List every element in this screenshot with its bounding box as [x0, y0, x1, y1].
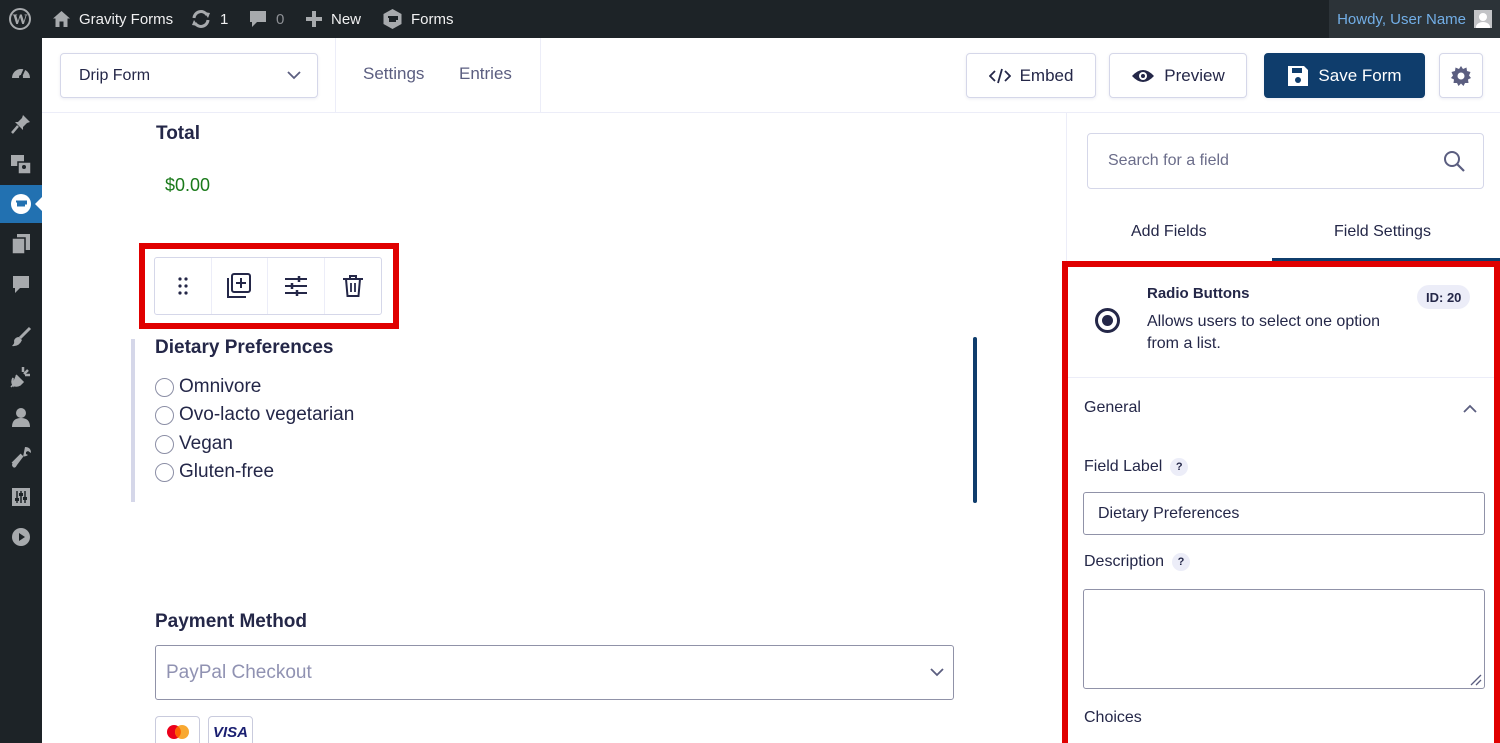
- users-icon[interactable]: [0, 398, 42, 436]
- total-field-label: Total: [156, 123, 200, 144]
- save-icon: [1288, 65, 1309, 86]
- howdy-label: Howdy, User Name: [1337, 10, 1466, 28]
- play-circle-icon[interactable]: [0, 518, 42, 556]
- user-account-menu[interactable]: Howdy, User Name: [1329, 0, 1500, 38]
- radio-option[interactable]: Ovo-lacto vegetarian: [155, 404, 354, 426]
- wp-admin-bar: W Gravity Forms 1 0 New Forms Howdy, Use…: [0, 0, 1500, 38]
- avatar: [1474, 10, 1492, 28]
- appearance-brush-icon[interactable]: [0, 318, 42, 356]
- radio-button[interactable]: [155, 377, 174, 397]
- form-name: Drip Form: [79, 66, 151, 84]
- payment-method-value: PayPal Checkout: [166, 661, 312, 683]
- site-name-link[interactable]: Gravity Forms: [52, 0, 173, 38]
- updates-count: 1: [220, 10, 229, 28]
- form-canvas: Total $0.00 Dietary Preferences Omnivore…: [42, 113, 1066, 743]
- toolbar-divider: [335, 38, 336, 113]
- radio-option[interactable]: Vegan: [155, 433, 233, 455]
- eye-icon: [1132, 69, 1155, 82]
- tab-field-settings[interactable]: Field Settings: [1334, 223, 1431, 241]
- selected-field-right-bar: [973, 337, 977, 503]
- svg-text:W: W: [12, 13, 28, 28]
- media-icon[interactable]: [0, 145, 42, 183]
- code-icon: [988, 68, 1011, 83]
- forms-label: Forms: [411, 10, 454, 28]
- settings-sliders-icon[interactable]: [0, 478, 42, 516]
- gravity-forms-icon: [383, 9, 402, 29]
- entries-link[interactable]: Entries: [459, 64, 512, 84]
- forms-menu-icon[interactable]: [0, 185, 43, 223]
- save-form-label: Save Form: [1318, 65, 1402, 85]
- updates-link[interactable]: 1: [190, 0, 228, 38]
- settings-link[interactable]: Settings: [363, 64, 424, 84]
- comment-icon: [250, 11, 266, 27]
- highlight-box-field-settings: [1062, 261, 1500, 743]
- site-name-label: Gravity Forms: [79, 10, 174, 28]
- field-search-placeholder: Search for a field: [1108, 152, 1229, 169]
- chevron-down-icon: [930, 668, 944, 677]
- radio-button[interactable]: [155, 462, 174, 482]
- radio-option[interactable]: Gluten-free: [155, 461, 274, 483]
- embed-label: Embed: [1019, 65, 1074, 85]
- radio-option[interactable]: Omnivore: [155, 376, 261, 398]
- tab-add-fields[interactable]: Add Fields: [1131, 223, 1207, 241]
- mastercard-icon: [155, 716, 200, 743]
- dietary-field-label: Dietary Preferences: [155, 337, 334, 358]
- updates-icon: [192, 10, 210, 28]
- comments-menu-icon[interactable]: [0, 265, 42, 303]
- comments-link[interactable]: 0: [248, 0, 284, 38]
- admin-side-menu: [0, 38, 43, 743]
- wordpress-logo-icon[interactable]: W: [9, 0, 31, 38]
- preview-label: Preview: [1164, 65, 1225, 85]
- toolbar-divider: [540, 38, 541, 113]
- visa-card-icon: VISA: [208, 716, 253, 743]
- selected-field-left-bar: [131, 339, 135, 502]
- editor-settings-button[interactable]: [1439, 53, 1483, 98]
- new-content-link[interactable]: New: [305, 0, 361, 38]
- embed-button[interactable]: Embed: [966, 53, 1096, 98]
- plus-icon: [306, 11, 322, 27]
- form-switcher-dropdown[interactable]: Drip Form: [60, 53, 318, 98]
- payment-field-label: Payment Method: [155, 611, 308, 632]
- field-search-input[interactable]: Search for a field: [1087, 133, 1484, 189]
- save-form-button[interactable]: Save Form: [1264, 53, 1425, 98]
- tools-wrench-icon[interactable]: [0, 438, 42, 476]
- form-editor-toolbar: Drip Form Settings Entries Embed Preview…: [42, 38, 1500, 113]
- radio-option-label: Ovo-lacto vegetarian: [179, 404, 355, 425]
- radio-button[interactable]: [155, 405, 174, 425]
- comments-count: 0: [276, 10, 285, 28]
- highlight-box-field-toolbar: [139, 243, 399, 329]
- plugins-icon[interactable]: [0, 358, 42, 396]
- radio-option-label: Vegan: [179, 433, 233, 454]
- search-icon: [1444, 151, 1465, 172]
- radio-button[interactable]: [155, 434, 174, 454]
- dashboard-icon[interactable]: [0, 52, 42, 90]
- pages-icon[interactable]: [0, 225, 42, 263]
- chevron-down-icon: [287, 71, 301, 80]
- new-label: New: [331, 10, 362, 28]
- radio-option-label: Omnivore: [179, 376, 262, 397]
- home-icon: [53, 11, 70, 27]
- total-field-value: $0.00: [165, 175, 211, 195]
- radio-option-label: Gluten-free: [179, 461, 275, 482]
- gear-icon: [1451, 65, 1471, 86]
- posts-pin-icon[interactable]: [0, 105, 42, 143]
- visa-card-text: VISA: [212, 723, 248, 741]
- payment-method-select[interactable]: PayPal Checkout: [155, 645, 954, 700]
- forms-menu-link[interactable]: Forms: [382, 0, 454, 38]
- preview-button[interactable]: Preview: [1109, 53, 1247, 98]
